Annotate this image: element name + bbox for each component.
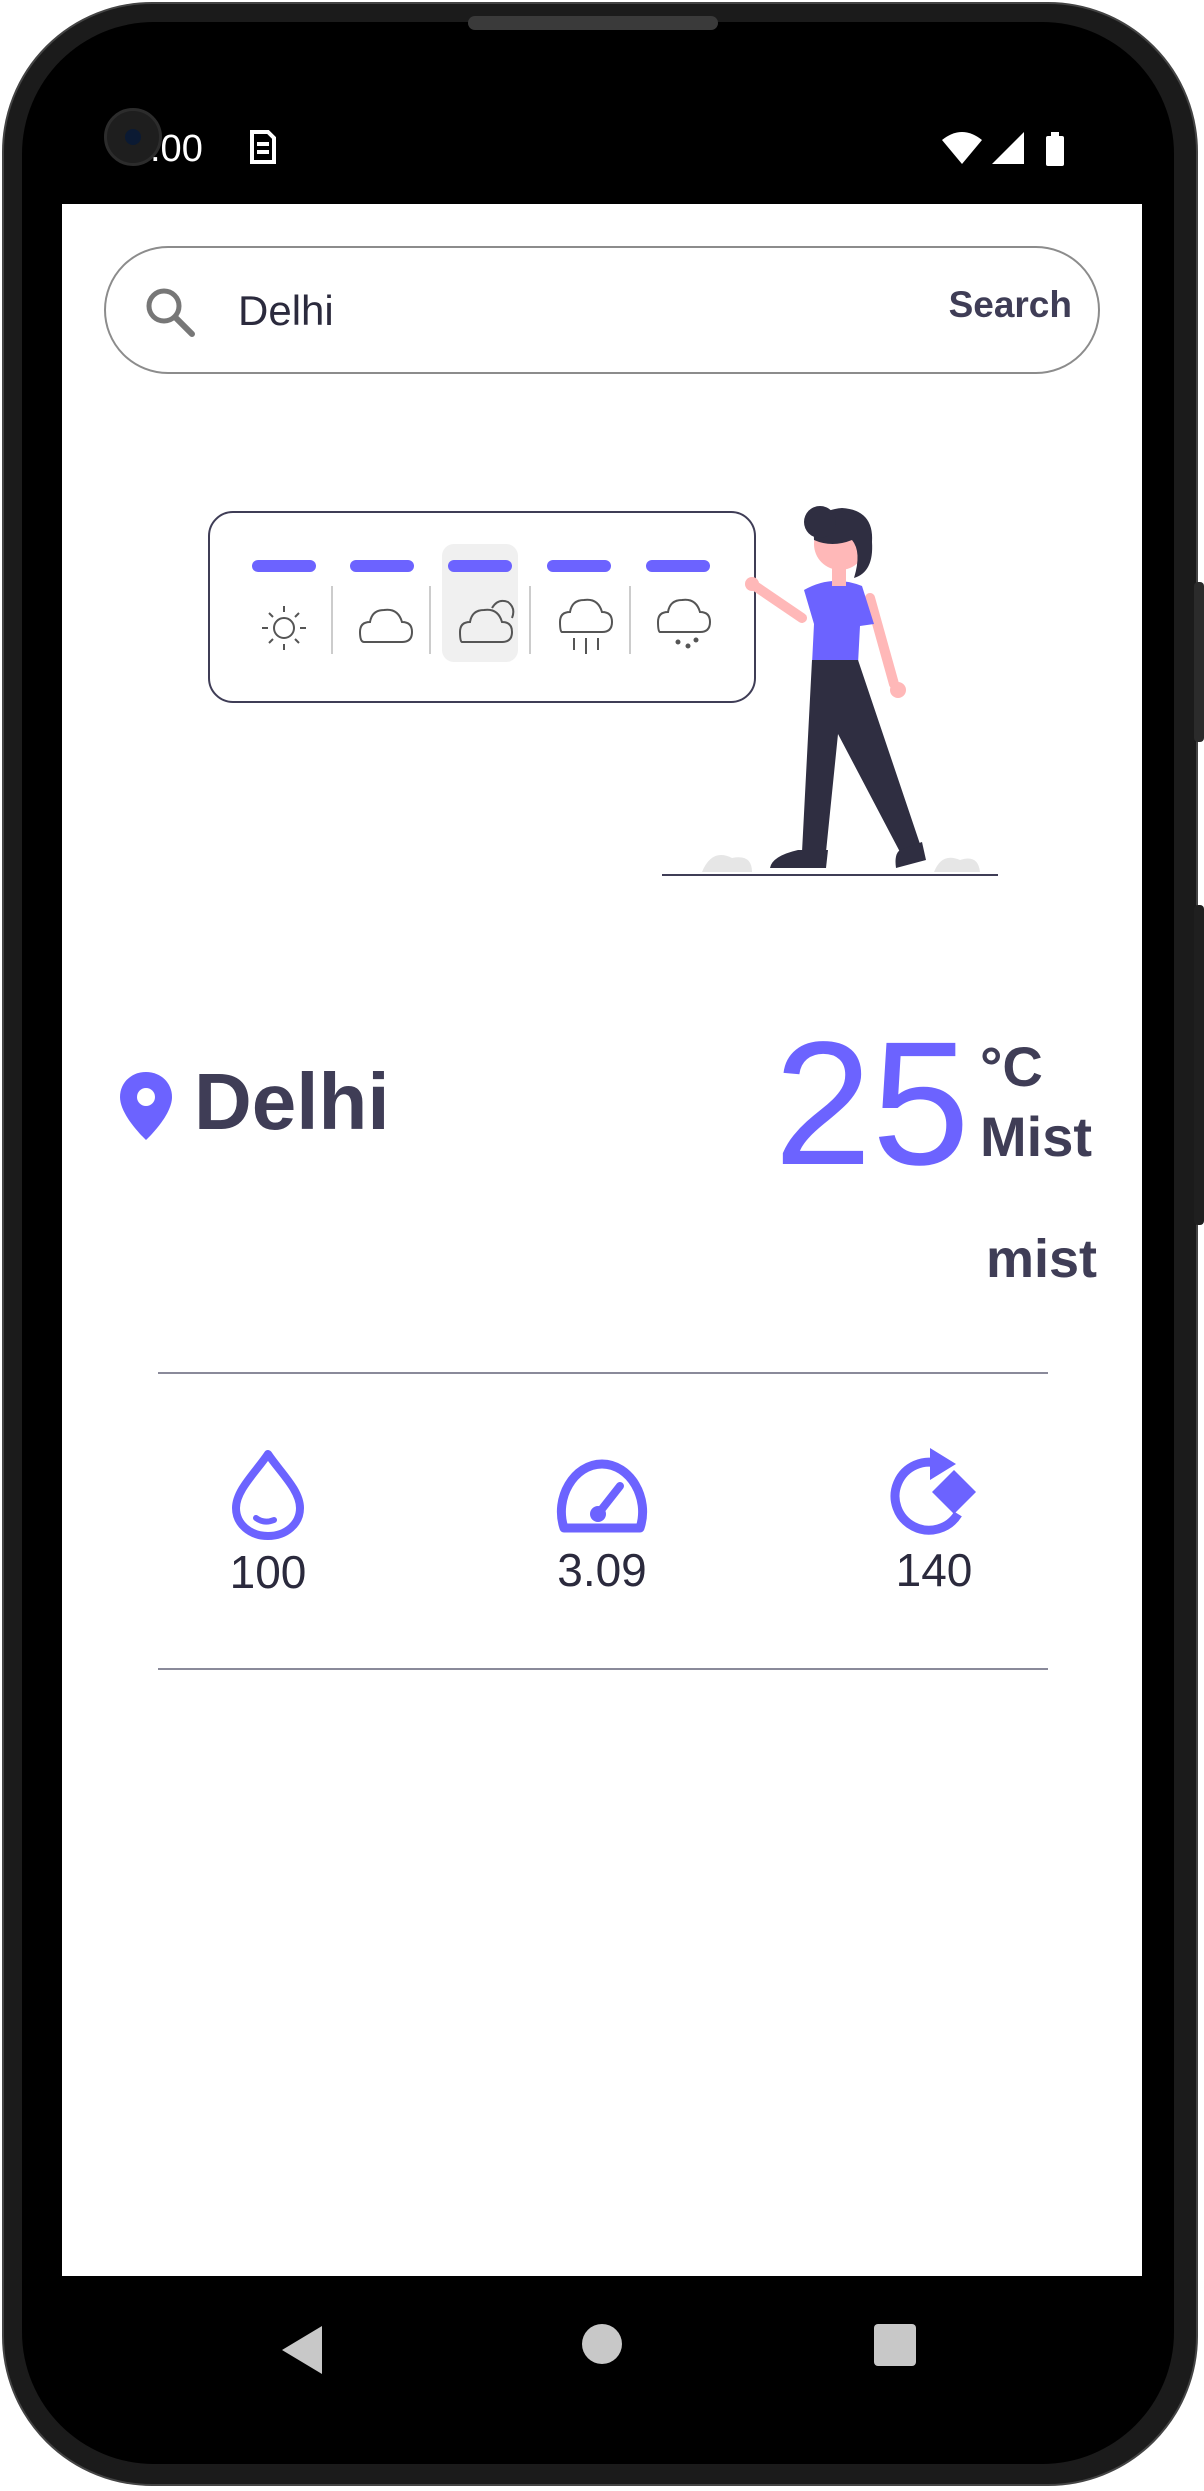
speedometer-icon bbox=[556, 1459, 648, 1533]
sim-icon bbox=[246, 128, 276, 171]
weather-illustration bbox=[208, 506, 998, 876]
rotate-direction-icon bbox=[890, 1448, 976, 1535]
front-camera bbox=[104, 108, 162, 166]
wind-speed-value: 3.09 bbox=[557, 1544, 647, 1596]
top-divider bbox=[158, 1372, 1048, 1374]
city-name: Delhi bbox=[194, 1057, 390, 1146]
navigation-bar bbox=[62, 2276, 1142, 2416]
battery-icon bbox=[1046, 132, 1064, 166]
app-screen: Search bbox=[62, 204, 1142, 2276]
wind-speed-stat: 3.09 bbox=[502, 1454, 702, 1597]
wind-direction-stat: 140 bbox=[834, 1444, 1034, 1597]
forecast-card bbox=[208, 511, 756, 703]
location-pin-icon bbox=[120, 1072, 172, 1140]
wifi-icon bbox=[942, 132, 982, 164]
earpiece-speaker bbox=[468, 16, 718, 30]
bottom-divider bbox=[158, 1668, 1048, 1670]
humidity-value: 100 bbox=[229, 1546, 307, 1598]
recent-apps-icon[interactable] bbox=[874, 2324, 916, 2366]
humidity-stat: 100 bbox=[168, 1448, 368, 1599]
camera-lens bbox=[125, 129, 141, 145]
cellular-signal-icon bbox=[992, 132, 1024, 164]
weather-condition: Mist bbox=[980, 1105, 1092, 1168]
temperature-unit: °C bbox=[980, 1035, 1043, 1098]
home-icon[interactable] bbox=[582, 2324, 622, 2364]
temperature-value: 25 bbox=[774, 1006, 970, 1202]
status-icons bbox=[940, 130, 1070, 175]
volume-button bbox=[1194, 582, 1204, 742]
wind-direction-value: 140 bbox=[895, 1544, 973, 1596]
back-icon[interactable] bbox=[282, 2326, 322, 2374]
weather-description: mist bbox=[986, 1229, 1098, 1289]
phone-device: :00 Search bbox=[0, 0, 1204, 2491]
water-drop-icon bbox=[232, 1450, 304, 1540]
power-button bbox=[1194, 905, 1204, 1225]
